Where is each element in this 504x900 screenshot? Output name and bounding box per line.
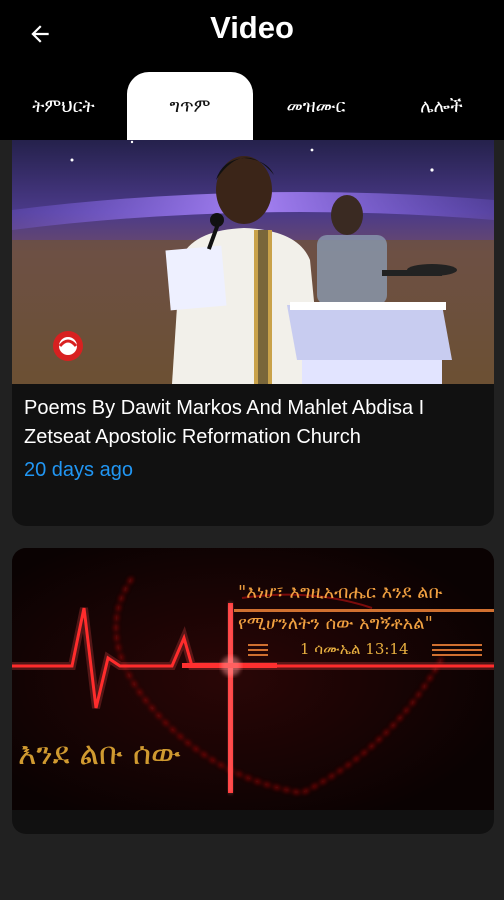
page-title: Video (210, 10, 294, 45)
video-card[interactable]: Poems By Dawit Markos And Mahlet Abdisa … (12, 140, 494, 526)
thumb-reference: 1 ሳሙኤል 13:14 (300, 640, 409, 658)
video-age: 20 days ago (24, 459, 133, 481)
video-card[interactable]: "እነሆ፣ እግዚአብሔር እንደ ልቡ የሚሆንለትን ሰው አግኝቶአል" … (12, 548, 494, 834)
video-list[interactable]: Poems By Dawit Markos And Mahlet Abdisa … (0, 140, 504, 900)
tab-others[interactable]: ሌሎች (379, 72, 504, 140)
tab-bar: ትምህርት ግጥም መዝሙር ሌሎች (0, 72, 504, 140)
video-title[interactable]: Poems By Dawit Markos And Mahlet Abdisa … (24, 394, 482, 452)
video-thumbnail-image (12, 140, 494, 384)
tab-songs[interactable]: መዝሙር (253, 72, 379, 140)
video-thumbnail[interactable]: "እነሆ፣ እግዚአብሔር እንደ ልቡ የሚሆንለትን ሰው አግኝቶአል" … (12, 548, 494, 810)
app-bar: Video ትምህርት ግጥም መዝሙር ሌሎች (0, 0, 504, 140)
thumb-quote-line1: "እነሆ፣ እግዚአብሔር እንደ ልቡ (238, 582, 443, 603)
video-thumbnail[interactable] (12, 140, 494, 384)
thumb-caption: እንደ ልቡ ሰው (18, 736, 181, 772)
thumb-quote-line2: የሚሆንለትን ሰው አግኝቶአል" (238, 613, 433, 634)
tab-lessons[interactable]: ትምህርት (0, 72, 127, 140)
tab-poems[interactable]: ግጥም (127, 72, 253, 140)
